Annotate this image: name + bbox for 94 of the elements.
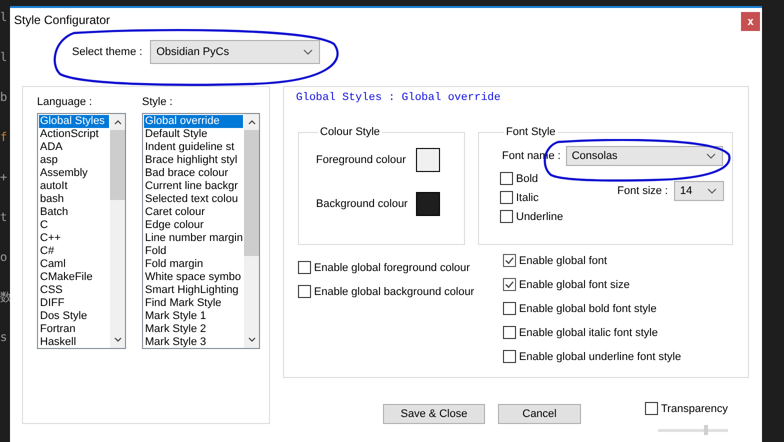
checkbox-label: Enable global italic font style [519, 326, 658, 338]
group-title: Font Style [505, 126, 557, 138]
checkbox-label: Enable global font [519, 254, 608, 266]
dialog-button[interactable]: Save & Close [383, 404, 485, 424]
language-item[interactable]: CMakeFile [39, 271, 109, 284]
chevron-down-icon [706, 153, 716, 159]
checkbox[interactable] [500, 191, 513, 204]
style-item[interactable]: Global override [144, 115, 243, 128]
scroll-down-icon[interactable] [114, 337, 122, 342]
checkbox-label: Enable global bold font style [519, 302, 657, 314]
style-label: Style : [142, 96, 174, 108]
style-item[interactable]: White space symbo [144, 271, 243, 284]
checkbox-label: Underline [516, 210, 564, 222]
scroll-up-icon[interactable] [248, 120, 256, 125]
style-item[interactable]: Find Mark Style [144, 297, 243, 310]
chevron-down-icon [303, 49, 314, 55]
code-text: l [0, 50, 8, 65]
checkbox-label: Bold [516, 172, 538, 184]
theme-label: Select theme : [72, 46, 142, 58]
colour-label: Foreground colour [316, 154, 406, 166]
style-item[interactable]: Default Style [144, 128, 243, 141]
language-item[interactable]: Haskell [39, 336, 109, 348]
checkbox-label: Enable global background colour [314, 286, 474, 298]
checkbox-label: Transparency [661, 402, 728, 414]
style-item[interactable]: Indent guideline st [144, 141, 243, 154]
checkbox-label: Enable global foreground colour [314, 262, 470, 274]
style-item[interactable]: Edge colour [144, 219, 243, 232]
code-text: f [0, 130, 8, 145]
checkbox-label: Enable global font size [519, 278, 630, 290]
language-item[interactable]: Batch [39, 206, 109, 219]
language-item[interactable]: bash [39, 193, 109, 206]
checkbox[interactable] [503, 278, 516, 291]
style-item[interactable]: Caret colour [144, 206, 243, 219]
checkbox[interactable] [298, 261, 311, 274]
code-text: o [0, 250, 8, 265]
code-text: t [0, 210, 8, 225]
scroll-up-icon[interactable] [114, 120, 122, 125]
group-title: Colour Style [319, 126, 381, 138]
close-button[interactable]: x [741, 12, 760, 31]
window-title: Style Configurator [14, 13, 110, 27]
style-item[interactable]: Mark Style 1 [144, 310, 243, 323]
style-item[interactable]: Selected text colou [144, 193, 243, 206]
checkbox-label: Enable global underline font style [519, 350, 682, 362]
language-item[interactable]: C# [39, 245, 109, 258]
style-item[interactable]: Mark Style 3 [144, 336, 243, 348]
checkbox[interactable] [503, 326, 516, 339]
checkbox-label: Italic [516, 192, 539, 204]
scrollbar[interactable] [110, 114, 125, 348]
language-item[interactable]: Caml [39, 258, 109, 271]
style-item[interactable]: Fold margin [144, 258, 243, 271]
language-item[interactable]: Fortran [39, 323, 109, 336]
style-item[interactable]: Mark Style 2 [144, 323, 243, 336]
theme-dropdown[interactable]: Obsidian PyCs [150, 40, 320, 64]
language-item[interactable]: ActionScript [39, 128, 109, 141]
style-heading: Global Styles : Global override [296, 92, 501, 104]
colour-swatch[interactable] [416, 148, 440, 172]
language-label: Language : [37, 96, 94, 108]
style-item[interactable]: Current line backgr [144, 180, 243, 193]
checkbox[interactable] [503, 350, 516, 363]
checkbox[interactable] [503, 254, 516, 267]
language-item[interactable]: Global Styles [39, 115, 109, 128]
language-item[interactable]: CSS [39, 284, 109, 297]
language-item[interactable]: autoIt [39, 180, 109, 193]
checkbox[interactable] [500, 210, 513, 223]
language-item[interactable]: C [39, 219, 109, 232]
checkbox[interactable] [503, 302, 516, 315]
code-text: s [0, 330, 8, 345]
code-text: 数 [0, 290, 10, 305]
dialog-button[interactable]: Cancel [498, 404, 581, 424]
style-item[interactable]: Smart HighLighting [144, 284, 243, 297]
language-item[interactable]: asp [39, 154, 109, 167]
style-item[interactable]: Fold [144, 245, 243, 258]
chevron-down-icon [707, 188, 717, 194]
checkbox[interactable] [500, 172, 513, 185]
language-item[interactable]: DIFF [39, 297, 109, 310]
colour-label: Background colour [316, 198, 408, 210]
scrollbar[interactable] [244, 114, 259, 348]
style-item[interactable]: Bad brace colour [144, 167, 243, 180]
colour-swatch[interactable] [416, 192, 440, 216]
font-size-label: Font size : [617, 184, 668, 196]
language-item[interactable]: Assembly [39, 167, 109, 180]
font-size-dropdown[interactable]: 14 [674, 180, 724, 200]
scroll-down-icon[interactable] [248, 337, 256, 342]
code-text: b [0, 90, 8, 105]
language-item[interactable]: Dos Style [39, 310, 109, 323]
checkbox[interactable] [298, 285, 311, 298]
language-item[interactable]: C++ [39, 232, 109, 245]
code-text: l [0, 10, 8, 25]
font-name-dropdown[interactable]: Consolas [566, 146, 723, 166]
code-text: + [0, 170, 8, 185]
style-item[interactable]: Line number margin [144, 232, 243, 245]
checkbox[interactable] [645, 402, 658, 415]
language-item[interactable]: ADA [39, 141, 109, 154]
style-item[interactable]: Brace highlight styl [144, 154, 243, 167]
